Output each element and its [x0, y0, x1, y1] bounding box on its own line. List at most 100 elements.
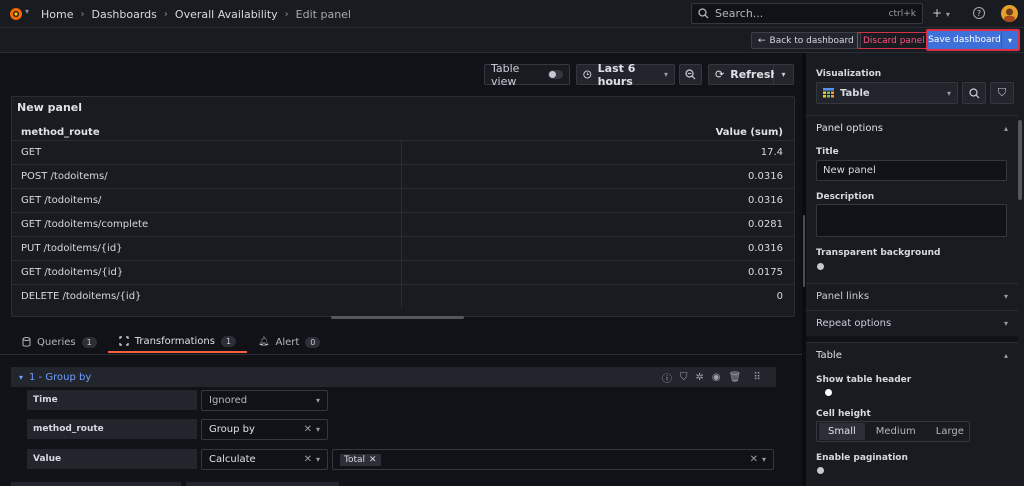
cell-route: POST /todoitems/	[12, 165, 402, 188]
chevron-up-icon: ▴	[1003, 124, 1008, 133]
database-icon	[22, 337, 31, 347]
editor-tabs: Queries 1 Transformations 1 🔔︎ Alert 0	[11, 331, 331, 353]
tab-alert[interactable]: 🔔︎ Alert 0	[247, 331, 331, 353]
chevron-down-icon: ▾	[315, 425, 320, 434]
calculation-tag: Total ✕	[340, 453, 381, 466]
filter-icon[interactable]: ⛉	[680, 372, 688, 383]
show-table-header-label: Show table header	[816, 375, 912, 385]
cell-height-large[interactable]: Large	[927, 423, 973, 440]
time-range-picker[interactable]: Last 6 hours ▾	[576, 61, 675, 88]
chevron-down-icon: ▾	[315, 455, 320, 464]
options-scrollbar[interactable]	[1018, 120, 1022, 200]
save-dashboard-button[interactable]: Save dashboard	[928, 31, 1001, 49]
breadcrumb-current: Edit panel	[295, 7, 351, 21]
cell-value: 0	[776, 291, 783, 302]
filter-options-button[interactable]: ⛉	[990, 82, 1014, 104]
clear-icon[interactable]: ✕	[304, 454, 312, 465]
clear-icon[interactable]: ✕	[304, 424, 312, 435]
time-mode-value: Ignored	[209, 395, 248, 406]
chevron-down-icon[interactable]: ▾	[25, 7, 29, 16]
panel-links-section[interactable]: Panel links ▾	[806, 283, 1018, 309]
refresh-button[interactable]: ⟳ Refresh	[708, 64, 778, 85]
refresh-interval-chevron-down-icon[interactable]: ▾	[774, 64, 794, 85]
panel-title: New panel	[17, 101, 83, 114]
info-icon[interactable]: ⓘ	[662, 370, 672, 385]
chevron-down-icon: ▾	[315, 396, 320, 405]
visualization-value: Table	[840, 87, 870, 99]
avatar[interactable]	[1001, 5, 1018, 22]
save-options-chevron-down-icon[interactable]: ▾	[1001, 31, 1018, 49]
cell-value: 0.0316	[748, 195, 783, 206]
value-mode-value: Calculate	[209, 454, 256, 465]
tab-queries-count: 1	[81, 336, 97, 348]
cell-route: PUT /todoitems/{id}	[12, 237, 402, 260]
repeat-options-section[interactable]: Repeat options ▾	[806, 310, 1018, 336]
table-row: GET /todoitems/0.0316	[12, 188, 794, 212]
time-mode-select[interactable]: Ignored ▾	[201, 390, 328, 411]
transparent-background-label: Transparent background	[816, 248, 941, 258]
search-placeholder: Search...	[715, 7, 764, 20]
cell-route: DELETE /todoitems/{id}	[12, 285, 402, 308]
visualization-picker[interactable]: Table ▾	[816, 82, 958, 104]
table-row: GET 17.4	[12, 140, 794, 164]
column-header-value-sum[interactable]: Value (sum)	[700, 127, 783, 138]
zoom-out-button[interactable]	[679, 64, 702, 85]
table-row: GET /todoitems/{id} 0.0175	[12, 260, 794, 284]
description-textarea[interactable]	[816, 204, 1007, 237]
debug-icon[interactable]: ✲	[696, 372, 704, 383]
horizontal-scrollbar[interactable]	[331, 316, 464, 319]
add-new-button[interactable]: + ▾	[932, 6, 950, 20]
tab-transformations-count: 1	[220, 335, 237, 347]
breadcrumb-home[interactable]: Home	[41, 8, 73, 21]
time-range-label: Last 6 hours	[597, 61, 636, 88]
grafana-logo-icon[interactable]	[9, 7, 23, 21]
cell-height-small[interactable]: Small	[819, 423, 865, 440]
clear-icon[interactable]: ✕	[750, 454, 758, 465]
visualization-label: Visualization	[816, 69, 882, 79]
transformation-title: 1 - Group by	[29, 371, 92, 383]
back-to-dashboard-button[interactable]: ← Back to dashboard	[751, 32, 861, 49]
cell-value: 0.0281	[748, 219, 783, 230]
splitter-handle[interactable]	[803, 215, 805, 287]
chevron-up-icon: ▴	[1003, 351, 1008, 360]
eye-icon[interactable]: ◉	[712, 372, 721, 383]
breadcrumb-dashboard[interactable]: Overall Availability	[175, 8, 278, 21]
chevron-down-icon: ▾	[945, 10, 950, 19]
tab-transformations[interactable]: Transformations 1	[107, 331, 248, 353]
column-header-method-route[interactable]: method_route	[21, 127, 100, 138]
cell-route: GET	[12, 141, 402, 164]
table-view-toggle[interactable]: Table view	[484, 62, 570, 88]
tab-queries-label: Queries	[37, 336, 76, 348]
calculation-tag-label: Total	[344, 454, 366, 465]
table-row: DELETE /todoitems/{id} 0	[12, 284, 794, 308]
trash-icon[interactable]: 🗑︎	[729, 372, 742, 383]
drag-handle-icon[interactable]: ⠿	[753, 372, 760, 383]
tab-alert-count: 0	[305, 336, 321, 348]
transform-icon	[119, 336, 129, 346]
field-name-time: Time	[27, 390, 197, 410]
calculation-select[interactable]: Total ✕ ✕ ▾	[332, 449, 774, 470]
discard-panel-button[interactable]: Discard panel	[857, 32, 931, 49]
table-view-switch[interactable]	[548, 70, 563, 79]
cell-route: GET /todoitems/{id}	[12, 261, 402, 284]
panel-options-section[interactable]: Panel options ▴	[806, 115, 1018, 141]
table-row: POST /todoitems/0.0316	[12, 164, 794, 188]
refresh-icon: ⟳	[715, 68, 725, 81]
tab-queries[interactable]: Queries 1	[11, 331, 108, 353]
title-label: Title	[816, 147, 839, 157]
cell-value: 17.4	[760, 147, 783, 158]
remove-tag-icon[interactable]: ✕	[369, 455, 377, 465]
cell-height-medium[interactable]: Medium	[867, 423, 925, 440]
search-icon	[698, 8, 709, 19]
help-icon[interactable]: ?	[973, 7, 985, 19]
title-input[interactable]: New panel	[816, 160, 1007, 181]
chevron-down-icon[interactable]: ▾	[19, 373, 23, 382]
breadcrumb-dashboards[interactable]: Dashboards	[91, 8, 156, 21]
search-options-button[interactable]	[962, 82, 986, 104]
chevron-right-icon: ›	[163, 8, 168, 20]
search-input[interactable]: Search... ctrl+k	[691, 3, 923, 24]
value-mode-select[interactable]: Calculate ✕ ▾	[201, 449, 328, 470]
table-section[interactable]: Table ▴	[806, 342, 1018, 368]
method-route-mode-select[interactable]: Group by ✕ ▾	[201, 419, 328, 440]
table-row: PUT /todoitems/{id} 0.0316	[12, 236, 794, 260]
